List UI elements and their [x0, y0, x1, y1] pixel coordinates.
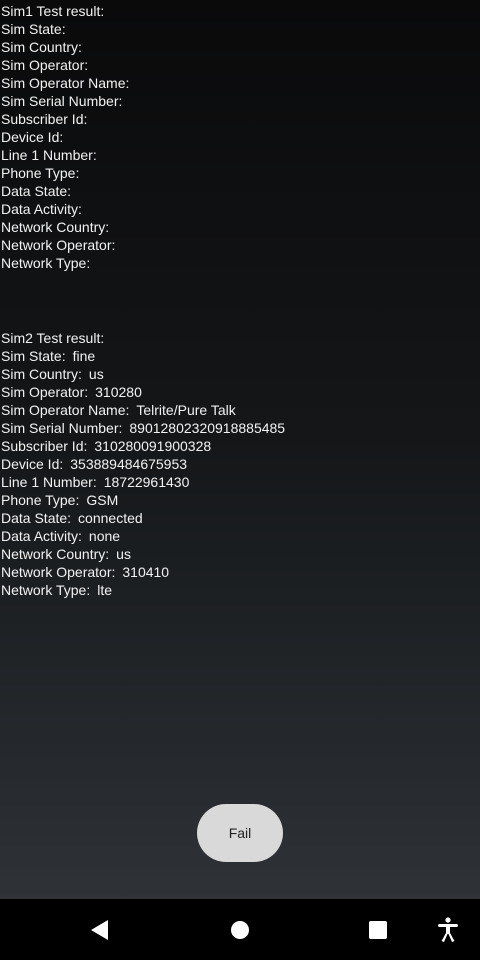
sim2-row: Sim Operator: 310280 [1, 383, 285, 401]
sim1-row-label: Data Activity: [1, 201, 82, 217]
sim1-row-label: Network Operator: [1, 237, 116, 253]
sim2-row-label: Subscriber Id: [1, 438, 88, 454]
sim1-row-label: Sim Serial Number: [1, 93, 123, 109]
sim2-row: Line 1 Number: 18722961430 [1, 473, 285, 491]
sim1-row: Device Id: [1, 128, 136, 146]
sim2-results: Sim2 Test result: Sim State: fine Sim Cou… [1, 329, 285, 599]
sim1-row: Network Operator: [1, 236, 136, 254]
sim2-row-label: Data State: [1, 510, 72, 526]
sim2-row: Phone Type: GSM [1, 491, 285, 509]
sim2-row-value: GSM [86, 492, 119, 508]
sim2-row-label: Sim Country: [1, 366, 82, 382]
sim2-row-label: Device Id: [1, 456, 64, 472]
sim2-row-value: Telrite/Pure Talk [136, 402, 236, 418]
sim1-row-label: Sim State: [1, 21, 66, 37]
sim2-row: Subscriber Id: 310280091900328 [1, 437, 285, 455]
sim1-row-label: Network Country: [1, 219, 110, 235]
sim1-row: Sim Operator Name: [1, 74, 136, 92]
sim2-row: Network Type: lte [1, 581, 285, 599]
sim2-row-label: Sim Serial Number: [1, 420, 123, 436]
sim2-row-value: 310410 [122, 564, 170, 580]
sim1-row: Network Type: [1, 254, 136, 272]
sim1-row: Sim Operator: [1, 56, 136, 74]
sim2-row-label: Line 1 Number: [1, 474, 97, 490]
sim2-row: Sim Serial Number: 89012802320918885485 [1, 419, 285, 437]
sim2-header: Sim2 Test result: [1, 330, 105, 346]
sim2-row-value: lte [97, 582, 113, 598]
sim2-row-label: Sim Operator Name: [1, 402, 130, 418]
sim1-row-label: Phone Type: [1, 165, 80, 181]
sim2-row-value: connected [78, 510, 143, 526]
sim1-row-label: Sim Operator: [1, 57, 89, 73]
sim2-row: Data Activity: none [1, 527, 285, 545]
sim1-row: Data Activity: [1, 200, 136, 218]
sim1-row-label: Device Id: [1, 129, 64, 145]
recents-icon[interactable] [360, 899, 396, 960]
sim2-row-value: fine [72, 348, 96, 364]
sim1-header: Sim1 Test result: [1, 3, 105, 19]
sim2-row: Sim State: fine [1, 347, 285, 365]
sim2-row-label: Network Type: [1, 582, 91, 598]
sim2-row-label: Network Operator: [1, 564, 116, 580]
sim2-row-label: Sim State: [1, 348, 66, 364]
accessibility-icon[interactable] [430, 899, 466, 960]
sim2-row-label: Sim Operator: [1, 384, 89, 400]
sim2-row-label: Network Country: [1, 546, 110, 562]
back-icon[interactable] [82, 899, 118, 960]
sim2-row-value: 18722961430 [103, 474, 190, 490]
sim2-row-value: us [88, 366, 104, 382]
sim1-row: Network Country: [1, 218, 136, 236]
sim1-row-label: Sim Country: [1, 39, 82, 55]
sim2-row-label: Data Activity: [1, 528, 82, 544]
sim1-row-label: Subscriber Id: [1, 111, 88, 127]
sim1-row: Sim State: [1, 20, 136, 38]
sim1-row-label: Line 1 Number: [1, 147, 97, 163]
sim1-row-label: Data State: [1, 183, 72, 199]
sim2-row: Sim Operator Name: Telrite/Pure Talk [1, 401, 285, 419]
sim1-row: Line 1 Number: [1, 146, 136, 164]
sim2-row-value: 89012802320918885485 [129, 420, 286, 436]
sim1-row-label: Network Type: [1, 255, 91, 271]
sim2-row-value: 353889484675953 [70, 456, 188, 472]
navigation-bar [0, 899, 480, 960]
sim1-row: Sim Country: [1, 38, 136, 56]
sim1-results: Sim1 Test result: Sim State: Sim Country… [1, 2, 136, 272]
sim2-row: Sim Country: us [1, 365, 285, 383]
sim2-row: Device Id: 353889484675953 [1, 455, 285, 473]
sim2-row-value: none [88, 528, 121, 544]
sim2-row: Network Country: us [1, 545, 285, 563]
sim2-row-value: 310280091900328 [94, 438, 212, 454]
sim1-row: Phone Type: [1, 164, 136, 182]
sim1-row: Data State: [1, 182, 136, 200]
home-icon[interactable] [222, 899, 258, 960]
sim2-row-value: 310280 [95, 384, 142, 400]
sim1-row: Sim Serial Number: [1, 92, 136, 110]
sim2-row-label: Phone Type: [1, 492, 80, 508]
sim2-row: Network Operator: 310410 [1, 563, 285, 581]
sim1-row: Subscriber Id: [1, 110, 136, 128]
fail-button-label: Fail [228, 825, 252, 841]
sim2-row-value: us [116, 546, 131, 562]
sim2-row: Data State: connected [1, 509, 285, 527]
sim1-row-label: Sim Operator Name: [1, 75, 130, 91]
fail-button[interactable]: Fail [197, 804, 283, 862]
